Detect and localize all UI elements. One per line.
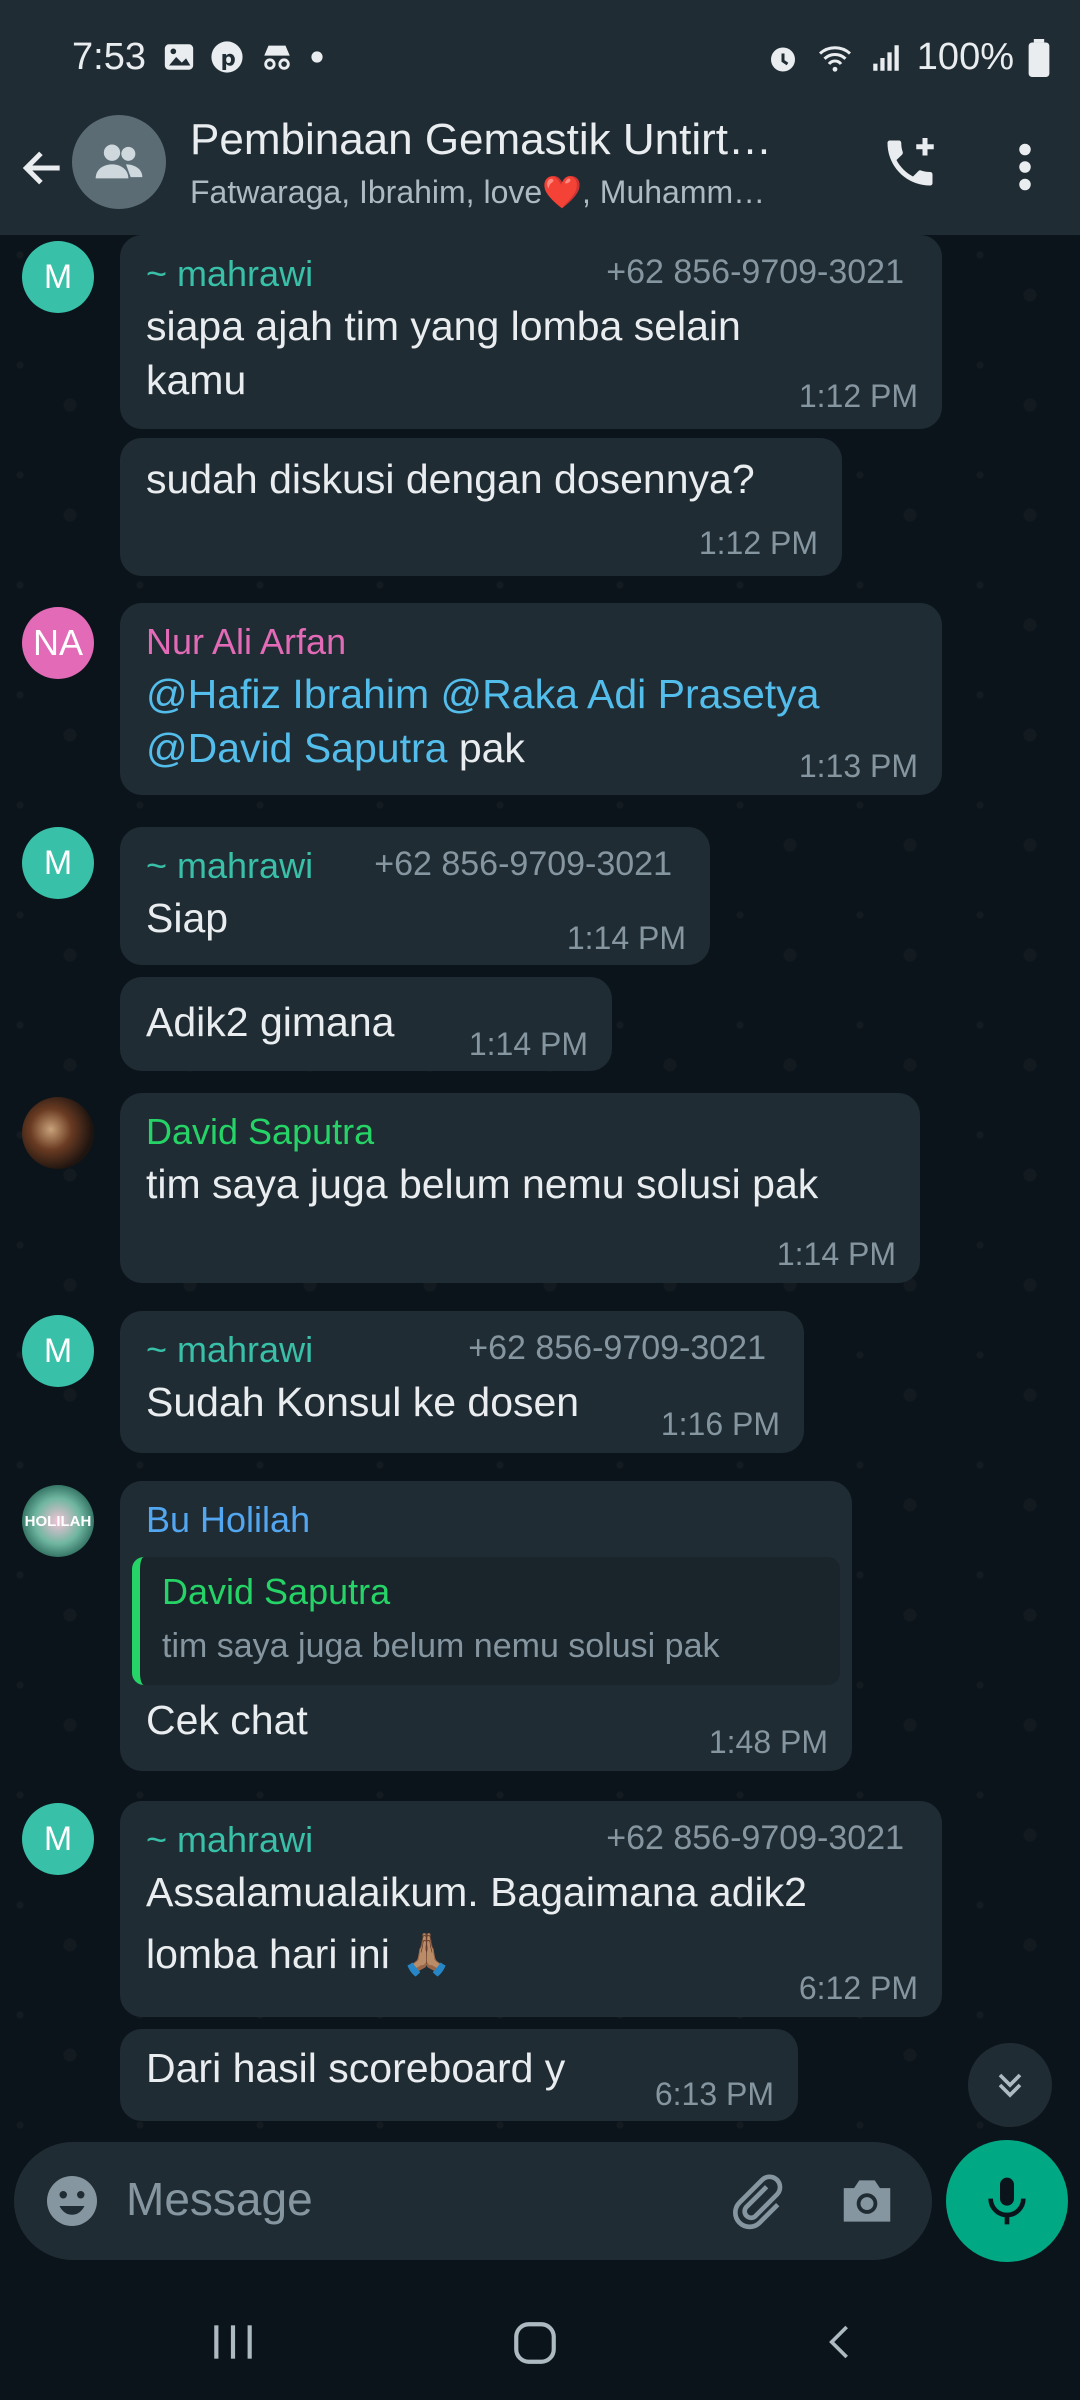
chat-area[interactable]: M ~ mahrawi +62 856-9709-3021 siapa ajah…: [0, 235, 1080, 2135]
message-text: @David Saputra pak: [146, 725, 525, 771]
message-bubble[interactable]: sudah diskusi dengan dosennya? 1:12 PM: [120, 438, 842, 576]
nav-back-icon[interactable]: [820, 2320, 860, 2364]
home-icon[interactable]: [510, 2318, 560, 2368]
quoted-sender: David Saputra: [162, 1571, 391, 1612]
mention-link[interactable]: @Hafiz Ibrahim: [146, 671, 429, 717]
emoji-icon[interactable]: [42, 2171, 102, 2231]
back-arrow-icon[interactable]: [18, 143, 68, 193]
message-time: 1:14 PM: [468, 1026, 588, 1062]
message-bubble[interactable]: Dari hasil scoreboard y 6:13 PM: [120, 2029, 798, 2121]
message-time: 1:14 PM: [776, 1236, 896, 1272]
sender-name[interactable]: Nur Ali Arfan: [146, 621, 346, 663]
group-members[interactable]: Fatwaraga, Ibrahim, love❤️, Muhamm…: [190, 173, 765, 211]
gallery-icon: [164, 44, 194, 70]
message-time: 1:48 PM: [708, 1724, 828, 1760]
message-text: Adik2 gimana: [146, 999, 395, 1045]
incognito-icon: [264, 45, 290, 70]
message-bubble[interactable]: David Saputra tim saya juga belum nemu s…: [120, 1093, 920, 1283]
message-time: 1:16 PM: [660, 1406, 780, 1442]
message-bubble[interactable]: Nur Ali Arfan @Hafiz Ibrahim @Raka Adi P…: [120, 603, 942, 795]
quoted-message[interactable]: David Saputra tim saya juga belum nemu s…: [132, 1557, 840, 1685]
sender-phone: +62 856-9709-3021: [374, 845, 672, 883]
message-text: Dari hasil scoreboard y: [146, 2045, 566, 2091]
message-text: siapa ajah tim yang lomba selain kamu: [146, 303, 741, 403]
message-bubble[interactable]: ~ mahrawi +62 856-9709-3021 Siap 1:14 PM: [120, 827, 710, 965]
sender-phone: +62 856-9709-3021: [606, 1819, 904, 1857]
message-text: sudah diskusi dengan dosennya?: [146, 456, 755, 502]
camera-icon[interactable]: [836, 2170, 898, 2232]
folded-hands-emoji: 🙏🏽: [401, 1931, 453, 1977]
message-input-bar: Message: [14, 2142, 932, 2260]
mention-link[interactable]: @Raka Adi Prasetya: [441, 671, 820, 717]
double-chevron-down-icon: [998, 2073, 1022, 2098]
signal-icon: [873, 44, 899, 71]
sender-name[interactable]: David Saputra: [146, 1111, 374, 1153]
sender-name[interactable]: ~ mahrawi: [146, 253, 313, 295]
message-bubble[interactable]: ~ mahrawi +62 856-9709-3021 siapa ajah t…: [120, 235, 942, 429]
add-call-icon[interactable]: [880, 133, 940, 193]
system-nav-bar: [0, 2280, 1080, 2400]
recent-apps-icon[interactable]: [208, 2320, 258, 2364]
sender-name[interactable]: ~ mahrawi: [146, 845, 313, 887]
group-title[interactable]: Pembinaan Gemastik Untirt…: [190, 115, 772, 165]
message-text: @Hafiz Ibrahim @Raka Adi Prasetya: [146, 667, 819, 721]
group-icon: [95, 144, 143, 179]
message-time: 1:12 PM: [698, 525, 818, 561]
voice-message-button[interactable]: [946, 2140, 1068, 2262]
wifi-icon: [818, 45, 851, 72]
avatar[interactable]: NA: [22, 607, 94, 679]
status-time: 7:53: [72, 36, 146, 78]
message-time: 1:14 PM: [566, 920, 686, 956]
sender-name[interactable]: Bu Holilah: [146, 1499, 310, 1541]
avatar[interactable]: M: [22, 827, 94, 899]
message-text: Cek chat: [146, 1697, 308, 1743]
message-text: tim saya juga belum nemu solusi pak: [146, 1161, 819, 1207]
message-text: Sudah Konsul ke dosen: [146, 1379, 580, 1425]
message-time: 1:13 PM: [798, 748, 918, 784]
message-text: Siap: [146, 895, 229, 941]
quoted-text: tim saya juga belum nemu solusi pak: [162, 1627, 720, 1665]
avatar[interactable]: M: [22, 1315, 94, 1387]
status-bar: 7:53 p 100%: [0, 0, 1080, 115]
chat-header: Pembinaan Gemastik Untirt… Fatwaraga, Ib…: [0, 115, 1080, 235]
microphone-icon: [988, 2177, 1026, 2225]
avatar[interactable]: M: [22, 1803, 94, 1875]
battery-icon: [1028, 38, 1050, 77]
group-avatar[interactable]: [72, 115, 166, 209]
avatar[interactable]: HOLILAH: [22, 1485, 94, 1557]
sender-name[interactable]: ~ mahrawi: [146, 1819, 313, 1861]
sender-phone: +62 856-9709-3021: [606, 253, 904, 291]
message-bubble[interactable]: Adik2 gimana 1:14 PM: [120, 977, 612, 1071]
avatar[interactable]: M: [22, 241, 94, 313]
message-bubble[interactable]: ~ mahrawi +62 856-9709-3021 Sudah Konsul…: [120, 1311, 804, 1453]
more-options-icon[interactable]: [1010, 137, 1040, 197]
message-bubble[interactable]: Bu Holilah David Saputra tim saya juga b…: [120, 1481, 852, 1771]
scroll-to-bottom-button[interactable]: [968, 2043, 1052, 2127]
battery-percent: 100%: [916, 36, 1014, 78]
message-time: 1:12 PM: [798, 378, 918, 414]
message-input[interactable]: Message: [126, 2172, 313, 2226]
mention-link[interactable]: @David Saputra: [146, 725, 447, 771]
avatar[interactable]: [22, 1097, 94, 1169]
pinterest-icon: p: [211, 41, 243, 73]
message-text: lomba hari ini 🙏🏽: [146, 1931, 453, 1977]
message-bubble[interactable]: ~ mahrawi +62 856-9709-3021 Assalamualai…: [120, 1801, 942, 2017]
message-time: 6:13 PM: [654, 2076, 774, 2112]
svg-text:p: p: [221, 47, 236, 72]
sender-phone: +62 856-9709-3021: [468, 1329, 766, 1367]
attach-icon[interactable]: [724, 2170, 786, 2232]
message-text: Assalamualaikum. Bagaimana adik2: [146, 1869, 807, 1915]
message-time: 6:12 PM: [798, 1970, 918, 2006]
alarm-icon: [770, 47, 795, 71]
sender-name[interactable]: ~ mahrawi: [146, 1329, 313, 1371]
dot-icon: [311, 51, 323, 63]
